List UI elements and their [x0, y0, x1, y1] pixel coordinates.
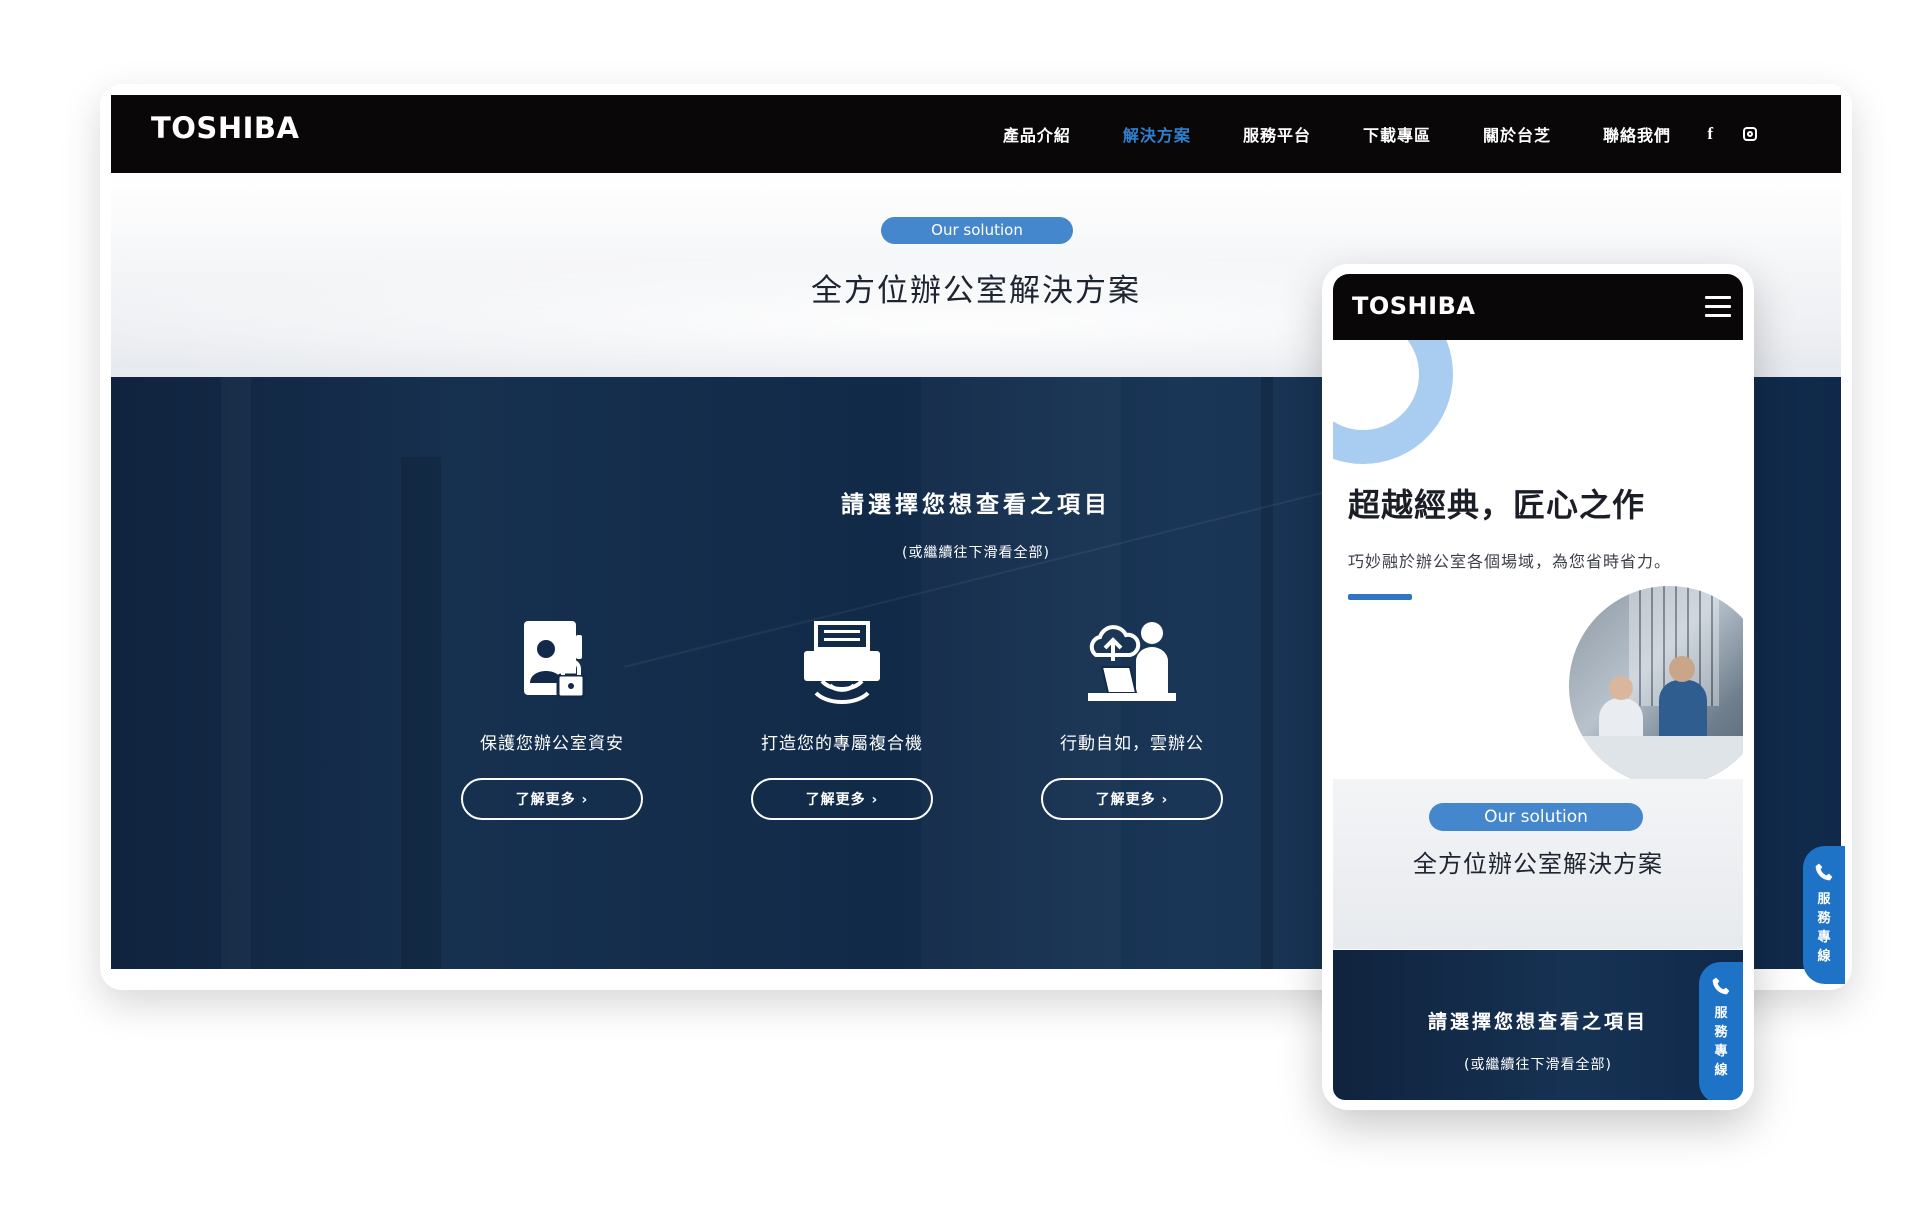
bg-decoration: [1261, 377, 1273, 969]
desktop-menu: 產品介紹 解決方案 服務平台 下載專區 關於台芝 聯絡我們: [1003, 95, 1671, 173]
cloud-office-icon: [1088, 622, 1176, 701]
security-lock-icon: [524, 621, 586, 699]
instagram-icon[interactable]: [1743, 127, 1757, 141]
feature-mfp: 打造您的專屬複合機 了解更多 ›: [742, 617, 942, 820]
nav-item-downloads[interactable]: 下載專區: [1363, 122, 1431, 146]
showcase-stage: TOSHIBA 產品介紹 解決方案 服務平台 下載專區 關於台芝 聯絡我們 f …: [0, 0, 1920, 1209]
select-subheading: (或繼續往下滑看全部): [1464, 1057, 1612, 1073]
feature-label: 打造您的專屬複合機: [761, 734, 923, 754]
nav-item-products[interactable]: 產品介紹: [1003, 122, 1071, 146]
feature-label: 保護您辦公室資安: [480, 734, 624, 754]
toshiba-logo[interactable]: TOSHIBA: [151, 111, 299, 145]
mobile-navbar: TOSHIBA: [1333, 274, 1743, 340]
learn-more-button[interactable]: 了解更多 ›: [1041, 778, 1223, 820]
nav-item-solutions[interactable]: 解決方案: [1123, 122, 1191, 146]
phone-icon: [1712, 977, 1730, 995]
learn-more-button[interactable]: 了解更多 ›: [461, 778, 643, 820]
accent-bar: [1348, 594, 1412, 600]
our-solution-pill: Our solution: [881, 217, 1073, 244]
feature-label: 行動自如，雲辦公: [1060, 734, 1204, 754]
our-solution-pill: Our solution: [1429, 803, 1643, 831]
hamburger-icon[interactable]: [1705, 296, 1731, 318]
toshiba-logo[interactable]: TOSHIBA: [1352, 292, 1475, 320]
feature-cloud: 行動自如，雲辦公 了解更多 ›: [1032, 617, 1232, 820]
bg-decoration: [221, 377, 251, 969]
service-hotline-label: 服務專線: [1714, 1006, 1728, 1078]
bg-decoration: [401, 457, 441, 969]
nav-item-contact[interactable]: 聯絡我們: [1603, 122, 1671, 146]
service-hotline-tab[interactable]: 服務專線: [1803, 846, 1845, 984]
social-links: f: [1707, 95, 1757, 173]
solution-title: 全方位辦公室解決方案: [1413, 850, 1663, 878]
feature-security: 保護您辦公室資安 了解更多 ›: [452, 617, 652, 820]
service-hotline-label: 服務專線: [1817, 892, 1831, 964]
printer-icon: [804, 621, 880, 705]
mobile-headline: 超越經典，匠心之作: [1348, 486, 1646, 524]
mobile-mockup: TOSHIBA 超越經典，匠心之作 巧妙融於辦公室各個場域，為您省時省力。 Ou…: [1322, 264, 1754, 1110]
office-photo: [1569, 586, 1743, 786]
mobile-screen: TOSHIBA 超越經典，匠心之作 巧妙融於辦公室各個場域，為您省時省力。 Ou…: [1333, 274, 1743, 1100]
nav-item-service-platform[interactable]: 服務平台: [1243, 122, 1311, 146]
select-heading: 請選擇您想查看之項目: [1427, 1011, 1648, 1033]
mobile-description: 巧妙融於辦公室各個場域，為您省時省力。: [1348, 552, 1672, 571]
service-hotline-tab[interactable]: 服務專線: [1699, 962, 1743, 1100]
learn-more-button[interactable]: 了解更多 ›: [751, 778, 933, 820]
phone-icon: [1815, 863, 1833, 881]
facebook-icon[interactable]: f: [1707, 124, 1713, 144]
desktop-navbar: TOSHIBA 產品介紹 解決方案 服務平台 下載專區 關於台芝 聯絡我們 f: [111, 95, 1841, 173]
nav-item-about[interactable]: 關於台芝: [1483, 122, 1551, 146]
